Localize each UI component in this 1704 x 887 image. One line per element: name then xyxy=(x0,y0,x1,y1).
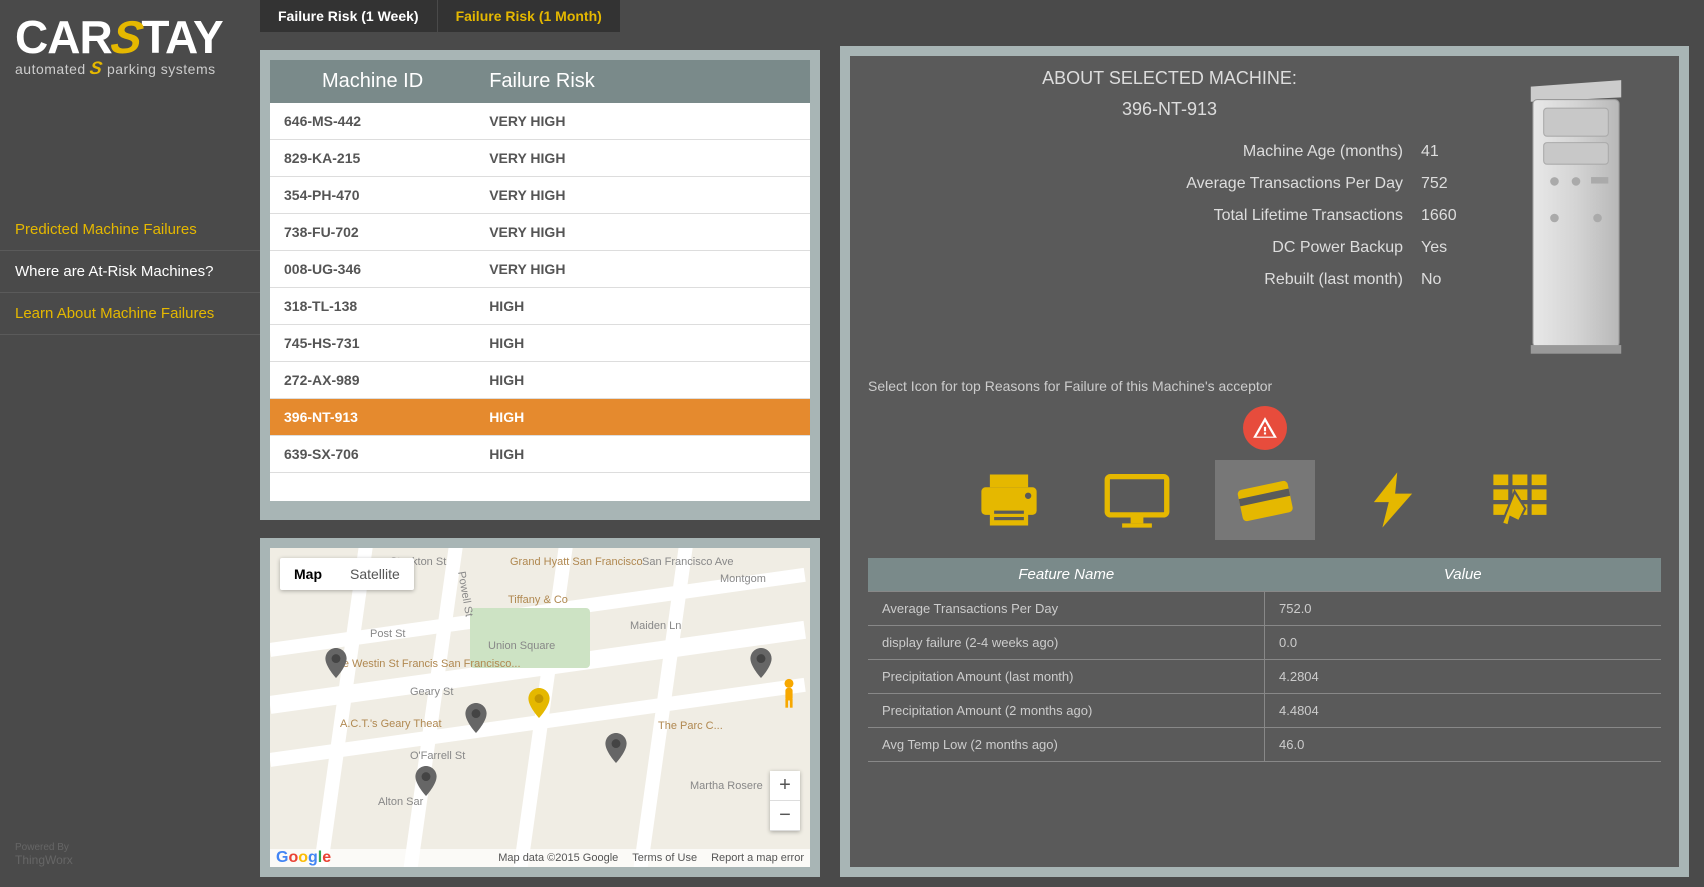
col-failure-risk: Failure Risk xyxy=(475,60,782,103)
cell-machine-id: 318-TL-138 xyxy=(270,288,475,325)
reason-power-icon[interactable] xyxy=(1343,460,1443,540)
map-pin-icon[interactable] xyxy=(325,648,347,678)
failure-prompt: Select Icon for top Reasons for Failure … xyxy=(868,378,1661,394)
logo-sub-1: automated xyxy=(15,61,86,77)
table-row: Precipitation Amount (last month)4.2804 xyxy=(868,660,1661,694)
reason-printer-icon[interactable] xyxy=(959,460,1059,540)
google-logo: Google xyxy=(276,849,331,867)
cell-machine-id: 354-PH-470 xyxy=(270,177,475,214)
cell-machine-id: 829-KA-215 xyxy=(270,140,475,177)
reason-card-icon[interactable] xyxy=(1215,460,1315,540)
map-pin-icon[interactable] xyxy=(465,703,487,733)
table-row: Avg Temp Low (2 months ago)46.0 xyxy=(868,728,1661,762)
tabs: Failure Risk (1 Week) Failure Risk (1 Mo… xyxy=(260,0,820,32)
cell-machine-id: 646-MS-442 xyxy=(270,103,475,140)
col-feature-value: Value xyxy=(1265,558,1662,592)
detail-stat: DC Power BackupYes xyxy=(868,232,1471,264)
map-pin-icon[interactable] xyxy=(750,648,772,678)
table-row[interactable]: 639-SX-706HIGH xyxy=(270,436,810,473)
cell-machine-id: 008-UG-346 xyxy=(270,251,475,288)
table-row[interactable]: 318-TL-138HIGH xyxy=(270,288,810,325)
map-type-map[interactable]: Map xyxy=(280,558,336,590)
cell-risk: VERY HIGH xyxy=(475,140,810,177)
detail-stat: Average Transactions Per Day752 xyxy=(868,168,1471,200)
map-type-toggle: Map Satellite xyxy=(280,558,414,590)
zoom-out-button[interactable]: − xyxy=(770,801,800,831)
col-feature-name: Feature Name xyxy=(868,558,1265,592)
nav-learn-failures[interactable]: Learn About Machine Failures xyxy=(0,293,260,335)
cell-risk: VERY HIGH xyxy=(475,177,810,214)
table-row[interactable]: 646-MS-442VERY HIGH xyxy=(270,103,810,140)
table-row[interactable]: 745-HS-731HIGH xyxy=(270,325,810,362)
detail-stat: Machine Age (months)41 xyxy=(868,136,1471,168)
machine-image xyxy=(1491,68,1661,368)
cell-machine-id: 738-FU-702 xyxy=(270,214,475,251)
nav-at-risk-machines[interactable]: Where are At-Risk Machines? xyxy=(0,251,260,293)
map-pin-icon[interactable] xyxy=(415,766,437,796)
feature-table: Feature Name Value Average Transactions … xyxy=(868,558,1661,762)
map-panel: Stockton St Grand Hyatt San Francisco Sa… xyxy=(260,538,820,877)
cell-risk: HIGH xyxy=(475,288,810,325)
cell-machine-id: 639-SX-706 xyxy=(270,436,475,473)
detail-stat: Total Lifetime Transactions1660 xyxy=(868,200,1471,232)
pegman-icon[interactable] xyxy=(780,678,798,708)
alert-icon xyxy=(868,406,1661,450)
map-zoom: + − xyxy=(770,771,800,831)
col-machine-id: Machine ID xyxy=(270,60,475,103)
map-attribution: Google Map data ©2015 Google Terms of Us… xyxy=(270,849,810,867)
logo-brand-3: TAY xyxy=(141,11,222,63)
sidebar: CARSTAY automated S parking systems Pred… xyxy=(0,0,260,887)
detail-panel: ABOUT SELECTED MACHINE: 396-NT-913 Machi… xyxy=(840,46,1689,877)
risk-table-panel: Machine ID Failure Risk 646-MS-442VERY H… xyxy=(260,50,820,520)
detail-stat: Rebuilt (last month)No xyxy=(868,264,1471,296)
cell-machine-id: 396-NT-913 xyxy=(270,399,475,436)
logo: CARSTAY automated S parking systems xyxy=(0,0,260,99)
table-row: display failure (2-4 weeks ago)0.0 xyxy=(868,626,1661,660)
table-row[interactable]: 354-PH-470VERY HIGH xyxy=(270,177,810,214)
reason-keypad-icon[interactable] xyxy=(1471,460,1571,540)
tab-month[interactable]: Failure Risk (1 Month) xyxy=(438,0,621,32)
cell-machine-id: 745-HS-731 xyxy=(270,325,475,362)
risk-table: Machine ID Failure Risk xyxy=(270,60,810,103)
table-row[interactable]: 829-KA-215VERY HIGH xyxy=(270,140,810,177)
table-row[interactable]: 008-UG-346VERY HIGH xyxy=(270,251,810,288)
map-type-satellite[interactable]: Satellite xyxy=(336,558,414,590)
cell-risk: VERY HIGH xyxy=(475,251,810,288)
cell-risk: HIGH xyxy=(475,362,810,399)
cell-risk: HIGH xyxy=(475,436,810,473)
map[interactable]: Stockton St Grand Hyatt San Francisco Sa… xyxy=(270,548,810,867)
table-row[interactable]: 738-FU-702VERY HIGH xyxy=(270,214,810,251)
reason-display-icon[interactable] xyxy=(1087,460,1187,540)
table-row[interactable]: 396-NT-913HIGH xyxy=(270,399,810,436)
zoom-in-button[interactable]: + xyxy=(770,771,800,801)
cell-risk: VERY HIGH xyxy=(475,214,810,251)
detail-machine-id: 396-NT-913 xyxy=(868,99,1471,120)
map-report-link[interactable]: Report a map error xyxy=(711,852,804,864)
cell-risk: HIGH xyxy=(475,325,810,362)
nav: Predicted Machine Failures Where are At-… xyxy=(0,209,260,335)
map-pin-icon[interactable] xyxy=(605,733,627,763)
table-row[interactable]: 272-AX-989HIGH xyxy=(270,362,810,399)
reason-icons xyxy=(868,460,1661,554)
risk-table-scroll[interactable]: 646-MS-442VERY HIGH829-KA-215VERY HIGH35… xyxy=(270,103,810,501)
logo-brand-1: CAR xyxy=(15,11,112,63)
powered-by: Powered By ThingWorx xyxy=(15,842,73,867)
cell-risk: VERY HIGH xyxy=(475,103,810,140)
table-row: Average Transactions Per Day752.0 xyxy=(868,592,1661,626)
map-terms-link[interactable]: Terms of Use xyxy=(632,852,697,864)
tab-week[interactable]: Failure Risk (1 Week) xyxy=(260,0,438,32)
cell-machine-id: 272-AX-989 xyxy=(270,362,475,399)
table-row: Precipitation Amount (2 months ago)4.480… xyxy=(868,694,1661,728)
map-pin-selected-icon[interactable] xyxy=(528,688,550,718)
cell-risk: HIGH xyxy=(475,399,810,436)
nav-predicted-failures[interactable]: Predicted Machine Failures xyxy=(0,209,260,251)
detail-title: ABOUT SELECTED MACHINE: xyxy=(868,68,1471,89)
